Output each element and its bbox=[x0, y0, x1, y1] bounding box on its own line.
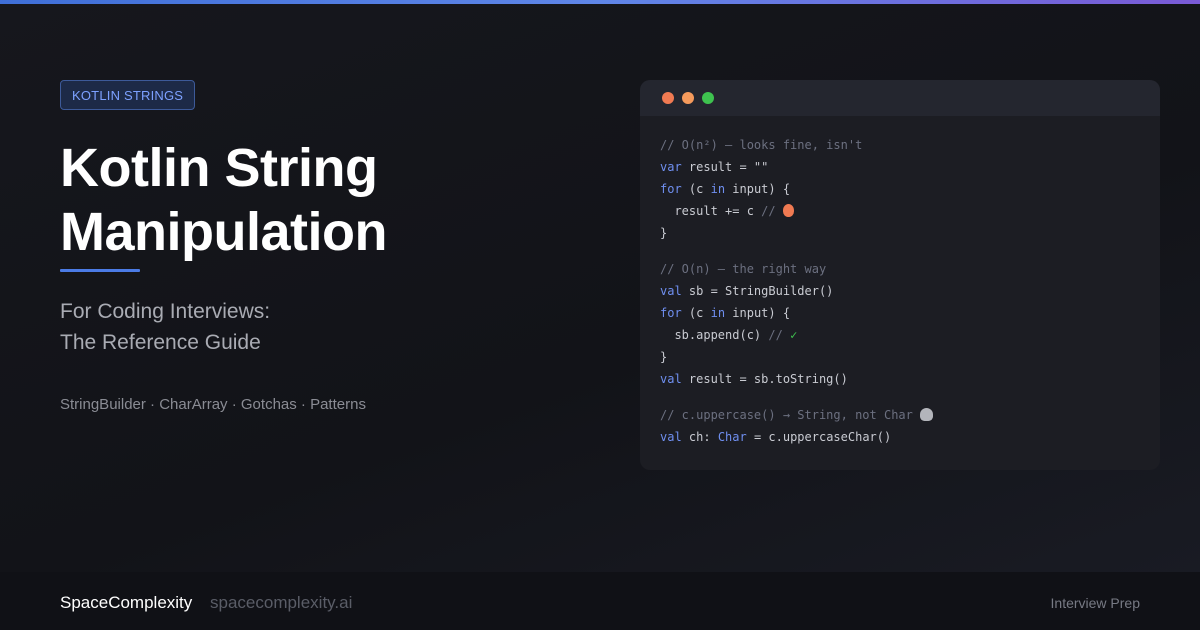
code-line: val ch: Char = c.uppercaseChar() bbox=[660, 426, 1140, 448]
window-minimize-dot bbox=[682, 92, 694, 104]
footer: SpaceComplexity spacecomplexity.ai Inter… bbox=[0, 572, 1200, 630]
code-text: result += c bbox=[660, 204, 762, 218]
code-spacer bbox=[660, 390, 1140, 404]
code-line: result += c // bbox=[660, 200, 1140, 222]
code-window-titlebar bbox=[640, 80, 1160, 116]
code-text: result = "" bbox=[681, 160, 769, 174]
code-line: } bbox=[660, 226, 668, 240]
code-text: sb.append(c) bbox=[660, 328, 769, 342]
code-window: // O(n²) — looks fine, isn't var result … bbox=[640, 80, 1160, 470]
code-comment: // bbox=[768, 328, 791, 342]
brand-name: SpaceComplexity bbox=[60, 593, 193, 612]
subtitle-line-1: For Coding Interviews: bbox=[60, 300, 271, 323]
title-line-1: Kotlin String bbox=[60, 138, 378, 198]
code-text: = c.uppercaseChar() bbox=[746, 430, 892, 444]
code-text: (c bbox=[681, 182, 711, 196]
code-line: var result = "" bbox=[660, 156, 1140, 178]
code-line: val result = sb.toString() bbox=[660, 368, 1140, 390]
title-underline bbox=[60, 269, 140, 272]
code-keyword: var bbox=[660, 160, 682, 174]
category-badge: KOTLIN STRINGS bbox=[60, 80, 196, 110]
code-line: for (c in input) { bbox=[660, 302, 1140, 324]
top-accent-bar bbox=[0, 0, 1200, 4]
code-keyword: for bbox=[660, 182, 682, 196]
code-comment: // O(n²) — looks fine, isn't bbox=[660, 138, 863, 152]
code-text: ch: bbox=[681, 430, 718, 444]
code-text: (c bbox=[681, 306, 711, 320]
flame-icon bbox=[782, 204, 794, 217]
code-keyword: val bbox=[660, 372, 682, 386]
footer-tag: Interview Prep bbox=[1050, 595, 1140, 611]
code-line: sb.append(c) // ✓ bbox=[660, 324, 1140, 346]
title-line-2: Manipulation bbox=[60, 202, 387, 262]
subtitle: For Coding Interviews: The Reference Gui… bbox=[60, 296, 270, 358]
code-spacer bbox=[660, 244, 1140, 258]
code-body: // O(n²) — looks fine, isn't var result … bbox=[640, 116, 1160, 448]
code-text: sb = StringBuilder() bbox=[681, 284, 834, 298]
page-title: Kotlin String Manipulation bbox=[60, 136, 387, 264]
code-keyword: in bbox=[710, 182, 726, 196]
subtitle-line-2: The Reference Guide bbox=[60, 331, 261, 354]
skull-icon bbox=[920, 408, 934, 421]
window-close-dot bbox=[662, 92, 674, 104]
code-comment: // bbox=[761, 204, 783, 218]
code-keyword: val bbox=[660, 284, 682, 298]
code-text: input) { bbox=[725, 306, 791, 320]
code-keyword: in bbox=[710, 306, 726, 320]
code-line: // c.uppercase() → String, not Char bbox=[660, 404, 1140, 426]
code-comment: // c.uppercase() → String, not Char bbox=[660, 408, 921, 422]
code-line: val sb = StringBuilder() bbox=[660, 280, 1140, 302]
check-icon: ✓ bbox=[790, 328, 798, 342]
code-keyword: for bbox=[660, 306, 682, 320]
topic-tags: StringBuilder · CharArray · Gotchas · Pa… bbox=[60, 396, 366, 413]
code-line: } bbox=[660, 350, 668, 364]
code-text: input) { bbox=[725, 182, 791, 196]
window-maximize-dot bbox=[702, 92, 714, 104]
brand-url: spacecomplexity.ai bbox=[210, 593, 353, 612]
code-keyword: val bbox=[660, 430, 682, 444]
code-line: for (c in input) { bbox=[660, 178, 1140, 200]
code-type: Char bbox=[717, 430, 747, 444]
code-text: result = sb.toString() bbox=[681, 372, 848, 386]
code-comment: // O(n) — the right way bbox=[660, 262, 827, 276]
